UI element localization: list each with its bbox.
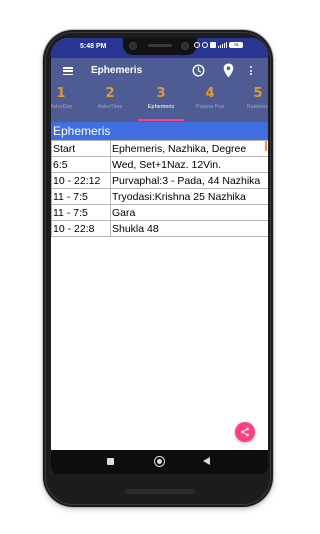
table-cell-time: Start <box>51 140 111 157</box>
table-row: 11 - 7:5 Gara <box>51 204 268 221</box>
signal-icon <box>218 42 227 48</box>
ephemeris-table: Start Ephemeris, Nazhika, Degree 6:5 Wed… <box>51 140 268 237</box>
back-icon[interactable] <box>203 457 210 465</box>
table-row: 11 - 7:5 Tryodasi:Krishna 25 Nazhika <box>51 188 268 205</box>
tab-bar: 1 AstroDay 2 AstroTime 3 Ephemeris 4 Pra… <box>51 84 268 122</box>
tab-prasna-pos[interactable]: 4 Prasna Pos <box>186 86 234 112</box>
table-cell-detail: Shukla 48 <box>110 220 268 237</box>
table-row: Start Ephemeris, Nazhika, Degree <box>51 140 268 157</box>
tab-label: AstroTime <box>97 104 123 110</box>
alarm-icon <box>202 42 208 48</box>
tab-number: 3 <box>156 86 166 101</box>
table-row: 6:5 Wed, Set+1Naz. 12Vin. <box>51 156 268 173</box>
scroll-edge-indicator <box>265 141 267 151</box>
share-icon <box>241 427 249 437</box>
front-camera-icon <box>129 42 137 50</box>
table-cell-time: 11 - 7:5 <box>51 188 111 205</box>
front-sensor-icon <box>181 42 189 50</box>
tab-ephemeris[interactable]: 3 Ephemeris <box>137 86 185 112</box>
status-time: 5:48 PM <box>80 43 107 50</box>
tab-label: Ephemeris <box>147 104 175 110</box>
camera-notch <box>123 38 197 55</box>
table-row: 10 - 22:12 Purvaphal:3 - Pada, 44 Nazhik… <box>51 172 268 189</box>
tab-label: Prasna Pos <box>195 104 225 110</box>
table-cell-time: 10 - 22:8 <box>51 220 111 237</box>
page-title: Ephemeris <box>91 65 143 76</box>
tab-indicator <box>138 119 184 121</box>
battery-icon: 78 <box>229 42 243 48</box>
table-cell-time: 11 - 7:5 <box>51 204 111 221</box>
tab-number: 4 <box>205 86 215 101</box>
tab-number: 1 <box>56 86 66 101</box>
bluetooth-icon <box>194 42 200 48</box>
table-cell-time: 10 - 22:12 <box>51 172 111 189</box>
tab-astrotime[interactable]: 2 AstroTime <box>86 86 134 112</box>
system-nav-bar <box>51 450 268 474</box>
table-cell-detail: Ephemeris, Nazhika, Degree <box>110 140 268 157</box>
tab-number: 2 <box>105 86 115 101</box>
status-bar: 5:48 PM 78 <box>51 38 268 58</box>
clock-icon[interactable] <box>192 64 205 77</box>
screen: 5:48 PM 78 Ephemeris 1 AstroDay 2 AstroT… <box>51 38 268 474</box>
app-toolbar: Ephemeris <box>51 58 268 84</box>
share-button[interactable] <box>235 422 255 442</box>
status-icons: 78 <box>194 42 243 48</box>
home-icon-center <box>157 459 162 464</box>
more-vert-icon[interactable] <box>250 66 253 77</box>
section-title: Ephemeris <box>51 122 268 140</box>
table-cell-detail: Purvaphal:3 - Pada, 44 Nazhika <box>110 172 268 189</box>
table-cell-detail: Tryodasi:Krishna 25 Nazhika <box>110 188 268 205</box>
tab-number: 5 <box>253 86 263 101</box>
table-cell-detail: Wed, Set+1Naz. 12Vin. <box>110 156 268 173</box>
location-pin-icon[interactable] <box>223 63 234 78</box>
ephemeris-table-container: Start Ephemeris, Nazhika, Degree 6:5 Wed… <box>51 140 268 240</box>
nfc-icon <box>210 42 216 48</box>
recents-icon[interactable] <box>107 458 114 465</box>
tab-astroday[interactable]: 1 AstroDay <box>51 86 85 112</box>
table-cell-time: 6:5 <box>51 156 111 173</box>
menu-icon[interactable] <box>63 67 73 76</box>
bottom-speaker <box>125 489 195 494</box>
tab-kalahora[interactable]: 5 Kalahora <box>234 86 268 112</box>
earpiece <box>148 44 172 47</box>
table-row: 10 - 22:8 Shukla 48 <box>51 220 268 237</box>
tab-label: AstroDay <box>51 104 73 110</box>
table-cell-detail: Gara <box>110 204 268 221</box>
tab-label: Kalahora <box>246 104 268 110</box>
